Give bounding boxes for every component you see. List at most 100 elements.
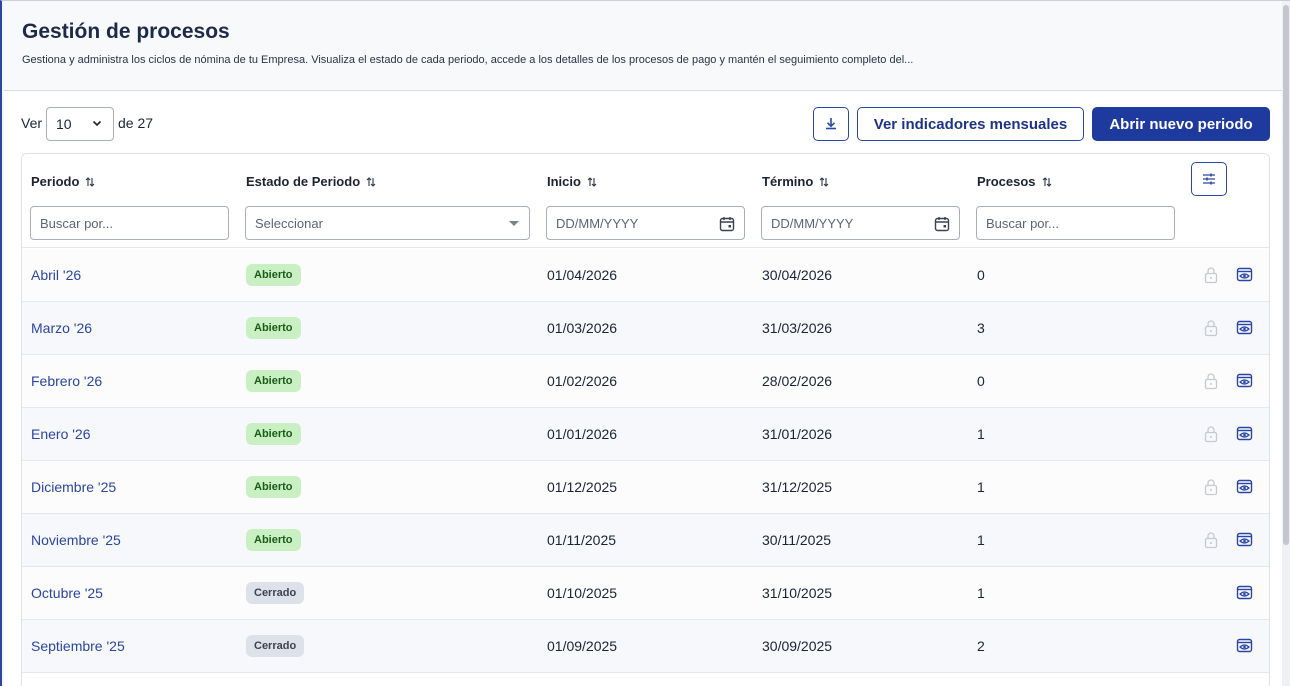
total-count-label: de 27 [118,115,154,131]
column-header-label: Inicio [547,174,581,189]
sort-icon [366,176,376,187]
view-icon[interactable] [1236,372,1253,389]
view-icon[interactable] [1236,266,1253,283]
download-button[interactable] [813,107,849,141]
status-cell: Abierto [246,461,301,513]
lock-icon[interactable] [1203,319,1219,337]
column-header-inicio[interactable]: Inicio [547,174,597,189]
column-header-label: Periodo [31,174,80,189]
period-search-input[interactable]: Buscar por... [30,206,229,240]
status-badge: Abierto [246,264,301,286]
status-cell: Cerrado [246,567,305,619]
periods-table: Periodo Estado de Periodo Inicio Término… [21,153,1270,686]
end-date-cell: 30/09/2025 [762,638,833,654]
status-badge: Cerrado [246,582,305,604]
status-badge: Cerrado [246,635,305,657]
start-date-cell: 01/03/2026 [547,320,618,336]
lock-icon[interactable] [1203,478,1219,496]
table-row[interactable]: Octubre '25 Cerrado 01/10/2025 31/10/2025 1 [22,567,1269,620]
sort-icon [86,176,95,187]
end-date-cell: 30/11/2025 [762,532,832,548]
period-link[interactable]: Abril '26 [31,249,81,301]
status-badge: Abierto [246,476,301,498]
lock-icon[interactable] [1203,372,1219,390]
column-header-label: Estado de Periodo [246,174,361,189]
view-icon[interactable] [1236,531,1253,548]
processes-search-input[interactable]: Buscar por... [976,206,1175,240]
end-date-cell: 31/10/2025 [762,585,833,601]
status-cell: Abierto [246,408,301,460]
start-date-cell: 01/02/2026 [547,373,618,389]
column-header-procesos[interactable]: Procesos [977,174,1052,189]
processes-count-cell: 1 [977,532,985,548]
sort-icon [587,176,597,187]
column-header-termino[interactable]: Término [762,174,829,189]
end-date-placeholder: DD/MM/YYYY [771,215,854,231]
view-icon[interactable] [1236,425,1253,442]
view-icon[interactable] [1236,319,1253,336]
download-icon [826,118,836,130]
view-icon[interactable] [1236,478,1253,495]
period-link[interactable]: Septiembre '25 [31,620,125,672]
status-select[interactable]: Seleccionar [245,206,530,240]
end-date-cell: 31/01/2026 [762,426,833,442]
sliders-icon [1203,173,1215,185]
end-date-cell: 28/02/2026 [762,373,833,389]
sort-icon [819,176,829,187]
table-row[interactable]: Noviembre '25 Abierto 01/11/2025 30/11/2025… [22,514,1269,567]
open-new-period-button[interactable]: Abrir nuevo periodo [1092,107,1270,141]
table-row[interactable]: Enero '26 Abierto 01/01/2026 31/01/2026 1 [22,408,1269,461]
period-link[interactable]: Octubre '25 [31,567,103,619]
processes-count-cell: 2 [977,638,985,654]
status-badge: Abierto [246,529,301,551]
table-row[interactable]: Marzo '26 Abierto 01/03/2026 31/03/2026 3 [22,302,1269,355]
processes-count-cell: 3 [977,320,985,336]
page-size-select[interactable]: 10 [46,107,114,141]
page-title: Gestión de procesos [22,20,230,43]
period-link[interactable]: Diciembre '25 [31,461,116,513]
calendar-icon[interactable] [718,215,736,233]
vertical-scrollbar[interactable] [1282,1,1290,686]
lock-icon[interactable] [1203,266,1219,284]
column-header-estado[interactable]: Estado de Periodo [246,174,376,189]
processes-count-cell: 0 [977,267,985,283]
start-date-input[interactable]: DD/MM/YYYY [546,206,745,240]
table-row[interactable]: Septiembre '25 Cerrado 01/09/2025 30/09/202… [22,620,1269,673]
column-header-periodo[interactable]: Periodo [31,174,95,189]
end-date-cell: 30/04/2026 [762,267,833,283]
status-cell: Abierto [246,302,301,354]
end-date-input[interactable]: DD/MM/YYYY [761,206,960,240]
start-date-cell: 01/09/2025 [547,638,618,654]
table-row[interactable]: Febrero '26 Abierto 01/02/2026 28/02/2026 0 [22,355,1269,408]
end-date-cell: 31/12/2025 [762,479,833,495]
end-date-cell: 31/03/2026 [762,320,833,336]
start-date-cell: 01/04/2026 [547,267,618,283]
scrollbar-thumb[interactable] [1283,5,1289,545]
period-link[interactable]: Noviembre '25 [31,514,121,566]
lock-icon[interactable] [1203,425,1219,443]
column-header-label: Término [762,174,814,189]
table-row[interactable]: Diciembre '25 Abierto 01/12/2025 31/12/2025… [22,461,1269,514]
start-date-placeholder: DD/MM/YYYY [556,215,639,231]
status-badge: Abierto [246,423,301,445]
period-link[interactable]: Marzo '26 [31,302,92,354]
table-header: Periodo Estado de Periodo Inicio Término… [22,154,1269,248]
app-frame: Gestión de procesos Gestiona y administr… [0,0,1290,686]
view-icon[interactable] [1236,584,1253,601]
status-cell: Abierto [246,249,301,301]
status-cell: Abierto [246,514,301,566]
start-date-cell: 01/10/2025 [547,585,618,601]
page-size-label: Ver [21,115,43,131]
view-icon[interactable] [1236,637,1253,654]
chevron-down-icon [92,120,102,127]
period-link[interactable]: Enero '26 [31,408,91,460]
lock-icon[interactable] [1203,531,1219,549]
period-link[interactable]: Febrero '26 [31,355,102,407]
calendar-icon[interactable] [933,215,951,233]
status-badge: Abierto [246,317,301,339]
monthly-indicators-button[interactable]: Ver indicadores mensuales [857,107,1084,141]
table-row[interactable]: Abril '26 Abierto 01/04/2026 30/04/2026 0 [22,249,1269,302]
processes-search-placeholder: Buscar por... [986,215,1059,231]
column-settings-button[interactable] [1191,162,1227,196]
status-cell: Abierto [246,355,301,407]
